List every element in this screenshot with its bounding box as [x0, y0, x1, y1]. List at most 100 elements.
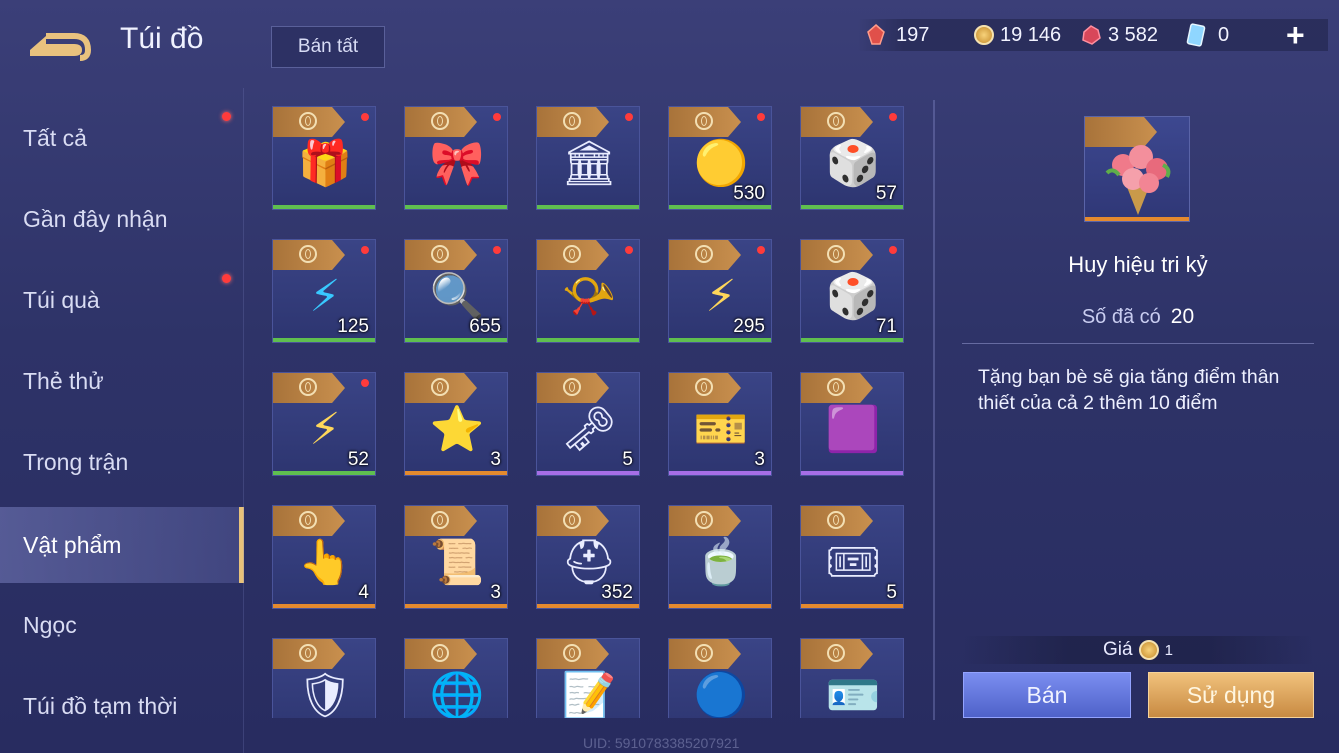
owned-label: Số đã có: [1081, 306, 1161, 328]
rarity-line: [537, 604, 639, 608]
rarity-line: [405, 338, 507, 342]
currency-gold-coin: 19 146: [974, 18, 1061, 52]
item-slot[interactable]: 📜 3: [404, 505, 508, 609]
selected-item-name: Huy hiệu tri kỷ: [1068, 252, 1208, 277]
rose-bouquet-icon: [1105, 145, 1171, 215]
item-slot[interactable]: 🎟 5: [800, 505, 904, 609]
user-id: UID: 5910783385207921: [583, 735, 740, 751]
item-slot[interactable]: 🟡 530: [668, 106, 772, 210]
sidebar-item-temp-bag[interactable]: Túi đồ tạm thời: [0, 668, 244, 744]
item-slot[interactable]: ⚡ 125: [272, 239, 376, 343]
price-row: Giá 1: [962, 636, 1314, 664]
sidebar-item-all[interactable]: Tất cả: [0, 100, 244, 176]
sidebar-item-items[interactable]: Vật phẩm: [0, 507, 244, 583]
use-button[interactable]: Sử dụng: [1148, 672, 1314, 718]
item-quantity: 5: [622, 449, 633, 470]
item-slot[interactable]: 🪪: [800, 638, 904, 718]
item-slot[interactable]: 🔵: [668, 638, 772, 718]
owned-value: 20: [1170, 305, 1195, 328]
item-quantity: 295: [733, 316, 765, 337]
item-slot[interactable]: 🏛: [536, 106, 640, 210]
item-quantity: 57: [875, 183, 897, 204]
item-quantity: 125: [337, 316, 369, 337]
item-description: Tặng bạn bè sẽ gia tăng điểm thân thiết …: [978, 366, 1280, 414]
sidebar-item-label: Trong trận: [23, 448, 129, 475]
item-slot[interactable]: ⭐ 3: [404, 372, 508, 476]
rarity-line: [669, 604, 771, 608]
sidebar-item-label: Thẻ thử: [23, 367, 104, 394]
item-slot[interactable]: 🌐: [404, 638, 508, 718]
armor-card-icon: 🛡: [297, 671, 353, 718]
rarity-line: [669, 205, 771, 209]
rarity-line: [537, 205, 639, 209]
purple-card-icon: 🟪: [825, 405, 881, 454]
item-slot[interactable]: ⚡ 52: [272, 372, 376, 476]
rarity-line: [273, 604, 375, 608]
rarity-line: [537, 471, 639, 475]
item-slot[interactable]: ⚡ 295: [668, 239, 772, 343]
divider: [933, 100, 935, 720]
rarity-line: [801, 205, 903, 209]
sidebar-item-recent[interactable]: Gần đây nhận: [0, 181, 244, 257]
currency-value: 197: [896, 23, 930, 46]
back-arrow-icon[interactable]: [22, 20, 92, 64]
sidebar-item-gems[interactable]: Ngọc: [0, 587, 244, 663]
item-slot[interactable]: 🎲 57: [800, 106, 904, 210]
rarity-line: [405, 471, 507, 475]
currency-red-gem: 197: [866, 18, 929, 52]
sidebar-item-gift-bags[interactable]: Túi quà: [0, 262, 244, 338]
notes-icon: 📝: [561, 671, 617, 718]
scroll-map-icon: 📜: [429, 538, 485, 587]
notification-dot: [757, 246, 765, 254]
notification-dot: [493, 113, 501, 121]
price-label: Giá: [1103, 639, 1133, 660]
tt3-badge-icon: 🔵: [693, 671, 749, 718]
item-slot[interactable]: ⛑ 352: [536, 505, 640, 609]
notification-dot: [222, 112, 231, 121]
item-slot[interactable]: 🗝 5: [536, 372, 640, 476]
item-quantity: 352: [601, 582, 633, 603]
sidebar-item-label: Ngọc: [23, 611, 77, 638]
tea-cup-icon: 🍵: [693, 538, 749, 587]
sidebar-item-trial-cards[interactable]: Thẻ thử: [0, 343, 244, 419]
notification-dot: [625, 113, 633, 121]
item-slot[interactable]: 🔍 655: [404, 239, 508, 343]
item-slot[interactable]: 🎁: [272, 106, 376, 210]
item-slot[interactable]: 🍵: [668, 505, 772, 609]
sidebar-item-in-match[interactable]: Trong trận: [0, 424, 244, 500]
currency-value: 19 146: [1000, 23, 1062, 46]
item-quantity: 5: [886, 582, 897, 603]
item-slot[interactable]: 🎲 71: [800, 239, 904, 343]
sell-all-button[interactable]: Bán tất: [271, 26, 385, 68]
notification-dot: [889, 113, 897, 121]
sidebar-item-label: Gần đây nhận: [23, 205, 168, 232]
item-slot[interactable]: 👆 4: [272, 505, 376, 609]
item-quantity: 655: [469, 316, 501, 337]
anniversary-ticket-icon: 🎟: [825, 538, 881, 587]
ruby-icon: [1082, 25, 1101, 45]
item-slot[interactable]: 🎀: [404, 106, 508, 210]
price-value: 1: [1164, 641, 1173, 659]
item-slot[interactable]: 🎫 3: [668, 372, 772, 476]
add-currency-button[interactable]: +: [1286, 19, 1305, 51]
stage-platform-icon: 🏛: [561, 139, 617, 188]
currency-value: 3 582: [1108, 23, 1159, 46]
blue-voucher-icon: [1186, 23, 1206, 47]
item-slot[interactable]: 🟪: [800, 372, 904, 476]
notification-dot: [493, 246, 501, 254]
notification-dot: [361, 379, 369, 387]
item-slot[interactable]: 📝: [536, 638, 640, 718]
item-quantity: 3: [490, 449, 501, 470]
gold-coin-icon: [974, 25, 994, 45]
id-card-icon: 🪪: [825, 671, 881, 718]
notification-dot: [222, 274, 231, 283]
item-slot[interactable]: 🛡: [272, 638, 376, 718]
sidebar-item-label: Túi quà: [23, 286, 100, 313]
currency-value: 0: [1218, 23, 1230, 46]
sidebar-item-label: Tất cả: [23, 124, 87, 151]
red-gift-box-icon: 🎁: [297, 139, 353, 188]
double-exp-card-icon: 🎫: [693, 405, 749, 454]
sell-button[interactable]: Bán: [963, 672, 1131, 718]
category-sidebar: Tất cả Gần đây nhận Túi quà Thẻ thử Tron…: [0, 98, 244, 753]
item-slot[interactable]: 📯: [536, 239, 640, 343]
